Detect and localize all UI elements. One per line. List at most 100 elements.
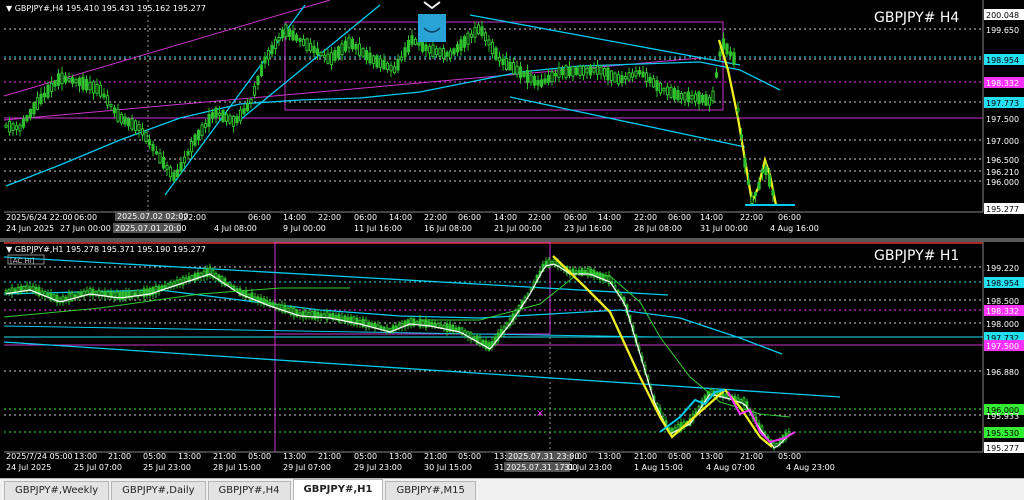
h4-date-label: 24 Jun 2025 xyxy=(6,224,54,233)
h4-candle-body xyxy=(238,109,243,122)
h4-price-label: 196.000 xyxy=(986,178,1019,187)
h1-time-label: 2025/7/24 05:00 xyxy=(6,452,73,461)
h4-date-label: 21 Jul 00:00 xyxy=(494,224,542,233)
chart-h1[interactable]: × ▼ GBPJPY#,H1 195.278 195.371 195.190 19… xyxy=(0,242,1024,476)
h4-candle-body xyxy=(518,66,523,79)
chevron-down-icon xyxy=(423,1,441,10)
h4-candle-body xyxy=(651,78,656,88)
h4-candle-body xyxy=(462,36,467,48)
h4-candle-body xyxy=(333,50,337,61)
h1-time-label: 21:00 xyxy=(740,452,763,461)
h4-time-label: 22:00 xyxy=(424,213,447,222)
h1-date-label: 30 Jul 15:00 xyxy=(424,463,472,472)
h4-candle-body xyxy=(119,113,124,124)
h4-candle-body xyxy=(438,48,442,57)
h1-date-label: 1 Aug 15:00 xyxy=(634,463,683,472)
h4-price-label: 197.773 xyxy=(986,99,1019,108)
h4-candle-body xyxy=(340,43,344,56)
h1-candle-body xyxy=(64,296,68,301)
h1-candle-body xyxy=(253,296,257,300)
chart-h1-canvas[interactable]: × ▼ GBPJPY#,H1 195.278 195.371 195.190 19… xyxy=(0,242,1024,476)
h4-price-label: 200.048 xyxy=(986,11,1019,20)
h4-candle-body xyxy=(560,68,565,76)
h4-candle-body xyxy=(109,103,113,107)
h4-candle-body xyxy=(662,87,666,92)
chart-tab-bar: GBPJPY#,Weekly GBPJPY#,Daily GBPJPY#,H4 … xyxy=(0,478,1024,500)
h4-candle-body xyxy=(179,162,183,171)
h1-time-label: 13:00 xyxy=(74,452,97,461)
h4-candle-body xyxy=(539,79,544,87)
tab-h4[interactable]: GBPJPY#,H4 xyxy=(207,481,291,500)
h4-candle-body xyxy=(525,70,530,83)
h1-candle-body xyxy=(454,327,458,331)
tab-daily[interactable]: GBPJPY#,Daily xyxy=(111,481,206,500)
h4-candle-body xyxy=(193,134,197,146)
h4-candle-body xyxy=(140,128,145,136)
h1-candle-body xyxy=(442,324,446,329)
h4-crosshair-label: 2025.07.02 02:00 xyxy=(117,212,188,221)
h4-candle-body xyxy=(70,77,75,84)
h4-candle-body xyxy=(441,47,446,59)
h4-candle-body xyxy=(56,73,61,86)
smile-bowl-icon xyxy=(418,14,446,42)
h4-candle-body xyxy=(7,120,12,133)
h1-candle-body xyxy=(319,313,323,318)
h4-candle-body xyxy=(161,156,166,169)
h4-candle-body xyxy=(280,29,285,39)
chart-h4[interactable]: ▼ GBPJPY#,H4 195.410 195.431 195.162 195… xyxy=(0,0,1024,238)
h4-time-label: 22:00 xyxy=(318,213,341,222)
h4-candle-body xyxy=(392,66,397,74)
h4-candle-body xyxy=(165,164,169,170)
h4-candle-body xyxy=(112,107,117,114)
h4-candle-body xyxy=(329,52,334,66)
h4-candle-body xyxy=(126,118,131,127)
chart-h1-title: GBPJPY# H1 xyxy=(874,248,959,264)
h4-candle-body xyxy=(424,44,428,52)
h4-candle-body xyxy=(221,109,225,123)
h4-candle-body xyxy=(207,113,211,127)
h4-candle-body xyxy=(368,52,372,64)
h4-candle-body xyxy=(630,72,635,78)
h4-candle-body xyxy=(529,74,533,83)
h4-time-label: 14:00 xyxy=(494,213,517,222)
h4-candle-body xyxy=(123,116,127,125)
moving-average-line xyxy=(5,61,781,187)
tab-m15[interactable]: GBPJPY#,M15 xyxy=(385,481,476,500)
h1-time-label: 13:00 xyxy=(389,452,412,461)
h4-candle-body xyxy=(613,72,617,83)
h4-candle-body xyxy=(133,120,138,132)
h1-time-label: 05:00 xyxy=(778,452,801,461)
h4-candle-body xyxy=(721,38,726,50)
h4-date-label: 11 Jul 16:00 xyxy=(354,224,402,233)
h1-time-label: 05:00 xyxy=(668,452,691,461)
h1-time-label: 21:00 xyxy=(424,452,447,461)
h1-candle-body xyxy=(133,292,137,296)
h1-date-label: 4 Aug 23:00 xyxy=(786,463,835,472)
h4-candle-body xyxy=(336,46,341,59)
h1-candle-body xyxy=(340,316,344,321)
h4-candle-body xyxy=(361,48,365,57)
h1-date-label: 31 xyxy=(494,463,504,472)
h4-candle-body xyxy=(686,91,691,103)
h4-candle-body xyxy=(595,65,600,75)
h4-time-label: 14:00 xyxy=(389,213,412,222)
h4-candle-body xyxy=(287,29,292,37)
h4-candle-body xyxy=(700,94,705,103)
h4-candle-body xyxy=(116,108,120,122)
h4-candle-body xyxy=(571,66,575,77)
h4-candle-body xyxy=(389,64,393,72)
h1-time-label: 21:00 xyxy=(634,452,657,461)
h4-candle-body xyxy=(455,44,460,53)
h4-candle-body xyxy=(252,85,257,96)
tab-h1[interactable]: GBPJPY#,H1 xyxy=(292,479,384,500)
h4-candle-body xyxy=(249,98,253,104)
chart-h4-canvas[interactable]: ▼ GBPJPY#,H4 195.410 195.431 195.162 195… xyxy=(0,0,1024,238)
h4-candle-body xyxy=(683,92,687,101)
h4-candle-body xyxy=(98,84,103,97)
h4-candle-body xyxy=(294,34,299,41)
h1-candle-body xyxy=(163,285,167,289)
chart-h1-header: ▼ GBPJPY#,H1 195.278 195.371 195.190 195… xyxy=(6,245,206,254)
h4-date-label: 28 Jul 08:00 xyxy=(634,224,682,233)
chart-h4-title: GBPJPY# H4 xyxy=(874,10,959,26)
tab-weekly[interactable]: GBPJPY#,Weekly xyxy=(4,481,110,500)
